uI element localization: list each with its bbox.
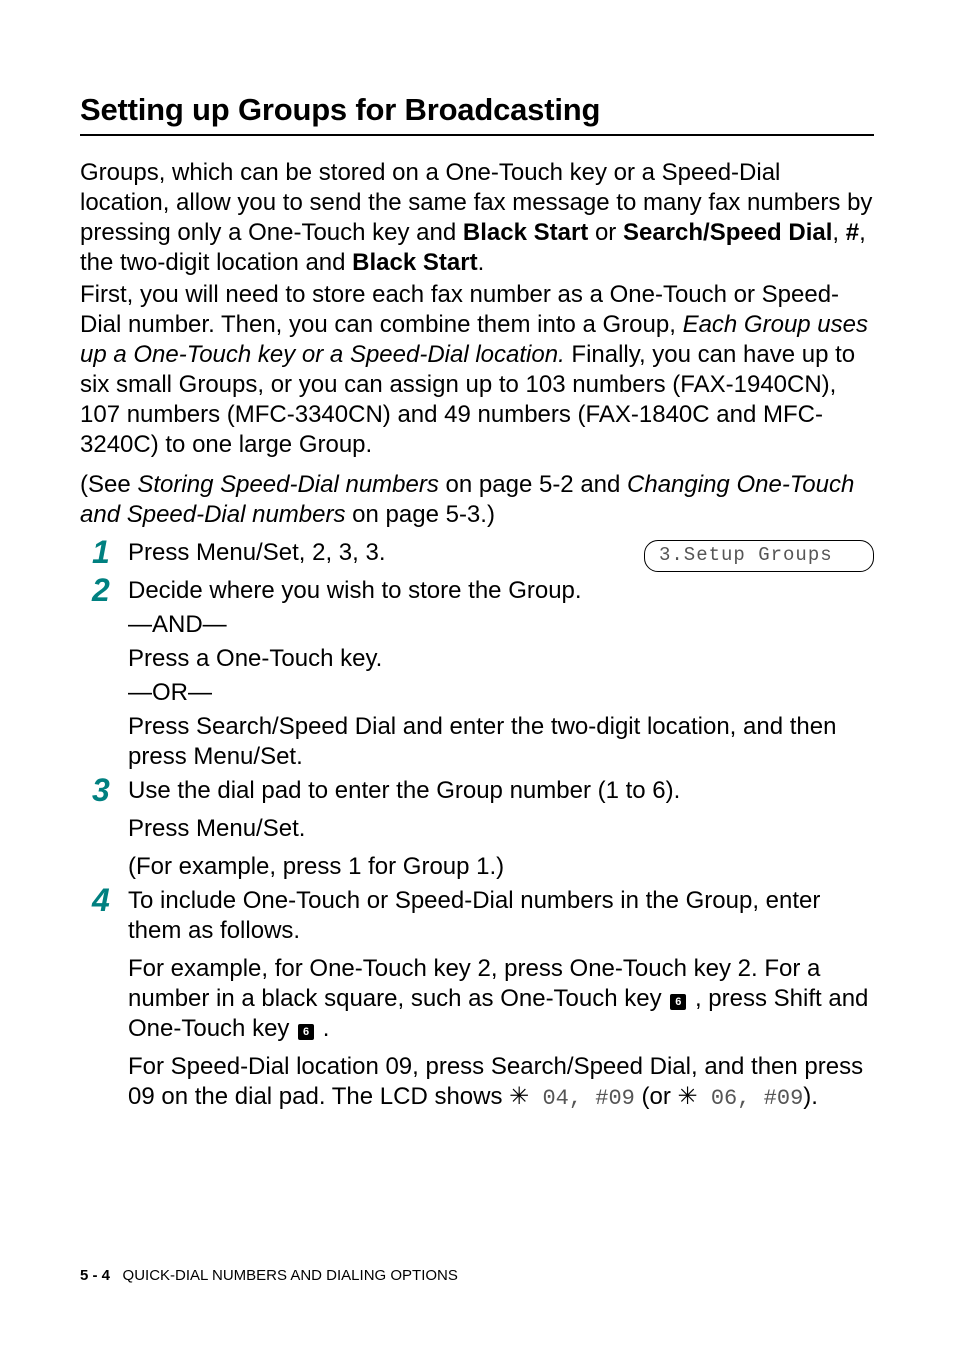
step-body: To include One-Touch or Speed-Dial numbe… xyxy=(128,886,874,1121)
text: Press a One-Touch key. xyxy=(128,644,874,674)
text-italic: Storing Speed-Dial numbers xyxy=(137,471,439,498)
text-bold: 3 xyxy=(366,539,379,566)
step-3: 3 Use the dial pad to enter the Group nu… xyxy=(92,776,874,882)
text-line: For Speed-Dial location 09, press Search… xyxy=(128,1052,874,1113)
text: , xyxy=(299,539,312,566)
text: (See xyxy=(80,471,137,498)
and-label: AND xyxy=(152,611,203,638)
text: , press xyxy=(688,985,773,1012)
or-label: OR xyxy=(152,679,188,706)
step-number: 2 xyxy=(92,574,128,606)
section-heading: Setting up Groups for Broadcasting xyxy=(80,92,874,128)
text-bold: Menu/Set xyxy=(196,815,299,842)
lcd-text: 3.Setup Groups xyxy=(644,540,874,572)
text-bold: Black Start xyxy=(352,249,477,276)
text-bold: 2 xyxy=(738,955,751,982)
heading-rule xyxy=(80,134,874,136)
text: , xyxy=(325,539,338,566)
text: . xyxy=(296,743,303,770)
text-bold: Search/Speed Dial xyxy=(623,219,832,246)
step-2: 2 Decide where you wish to store the Gro… xyxy=(92,576,874,772)
text-bold: Menu/Set xyxy=(196,539,299,566)
text: Press xyxy=(128,713,196,740)
text: Press xyxy=(128,539,196,566)
text: on page 5-2 and xyxy=(439,471,627,498)
text-bold: 3 xyxy=(339,539,352,566)
text: , xyxy=(352,539,365,566)
step-body: 3.Setup Groups Press Menu/Set, 2, 3, 3. xyxy=(128,538,874,572)
text: , press One-Touch key xyxy=(491,955,738,982)
step-4: 4 To include One-Touch or Speed-Dial num… xyxy=(92,886,874,1121)
text-bold: # xyxy=(846,219,859,246)
text: , xyxy=(832,219,845,246)
text: Use the dial pad to enter the Group numb… xyxy=(128,776,874,806)
step-body: Use the dial pad to enter the Group numb… xyxy=(128,776,874,882)
lcd-sample-text: 06, #09 xyxy=(711,1086,803,1111)
text: on the dial pad. The LCD shows xyxy=(155,1083,509,1110)
text: . xyxy=(316,1015,329,1042)
text: ). xyxy=(803,1083,818,1110)
step-number: 1 xyxy=(92,536,128,568)
keycap-icon: 6 xyxy=(298,1024,314,1040)
text-bold: Shift xyxy=(774,985,822,1012)
text-bold: Search/Speed Dial xyxy=(491,1053,691,1080)
text-bold: 2 xyxy=(312,539,325,566)
text: , and then press xyxy=(691,1053,863,1080)
text: To include One-Touch or Speed-Dial numbe… xyxy=(128,886,874,946)
star-icon: ✳ xyxy=(678,1083,698,1110)
star-icon: ✳ xyxy=(509,1083,529,1110)
text-line: Press Menu/Set. xyxy=(128,814,874,844)
text-bold: Menu/Set xyxy=(193,743,296,770)
text-line: (For example, press 1 for Group 1.) xyxy=(128,852,874,882)
intro-paragraph-3: (See Storing Speed-Dial numbers on page … xyxy=(80,470,874,530)
intro-paragraph-1: Groups, which can be stored on a One-Tou… xyxy=(80,158,874,278)
keycap-icon: 6 xyxy=(670,994,686,1010)
page: Setting up Groups for Broadcasting Group… xyxy=(0,0,954,1352)
lcd-sample-text xyxy=(529,1086,542,1111)
lcd-display: 3.Setup Groups xyxy=(644,538,874,572)
text: . xyxy=(379,539,386,566)
text-bold: 1 xyxy=(348,853,361,880)
text-line: Press Search/Speed Dial and enter the tw… xyxy=(128,712,874,772)
lcd-sample-text: 04, #09 xyxy=(542,1086,634,1111)
steps-list: 1 3.Setup Groups Press Menu/Set, 2, 3, 3… xyxy=(80,538,874,1120)
text: . xyxy=(299,815,306,842)
text-line: For example, for One-Touch key 2, press … xyxy=(128,954,874,1044)
lcd-sample-text xyxy=(698,1086,711,1111)
or-divider: —OR— xyxy=(128,678,874,708)
page-number: 5 - 4 xyxy=(80,1267,110,1284)
text: on page 5-3.) xyxy=(346,501,495,528)
text-bold: 09 xyxy=(128,1083,155,1110)
text: For Speed-Dial location 09, press xyxy=(128,1053,491,1080)
text: or xyxy=(588,219,623,246)
step-number: 4 xyxy=(92,884,128,916)
text: for Group 1.) xyxy=(361,853,504,880)
text: . xyxy=(478,249,485,276)
and-divider: —AND— xyxy=(128,610,874,640)
intro-paragraph-2: First, you will need to store each fax n… xyxy=(80,280,874,460)
page-footer: 5 - 4 QUICK-DIAL NUMBERS AND DIALING OPT… xyxy=(80,1267,458,1284)
text: Press xyxy=(128,815,196,842)
step-number: 3 xyxy=(92,774,128,806)
step-body: Decide where you wish to store the Group… xyxy=(128,576,874,772)
text-bold: 2 xyxy=(477,955,490,982)
text: (For example, press xyxy=(128,853,348,880)
text-bold: Black Start xyxy=(463,219,588,246)
step-1: 1 3.Setup Groups Press Menu/Set, 2, 3, 3… xyxy=(92,538,874,572)
text: For example, for One-Touch key xyxy=(128,955,477,982)
text-bold: Search/Speed Dial xyxy=(196,713,396,740)
text: Decide where you wish to store the Group… xyxy=(128,576,874,606)
footer-section-title: QUICK-DIAL NUMBERS AND DIALING OPTIONS xyxy=(123,1267,458,1284)
text: (or xyxy=(635,1083,678,1110)
